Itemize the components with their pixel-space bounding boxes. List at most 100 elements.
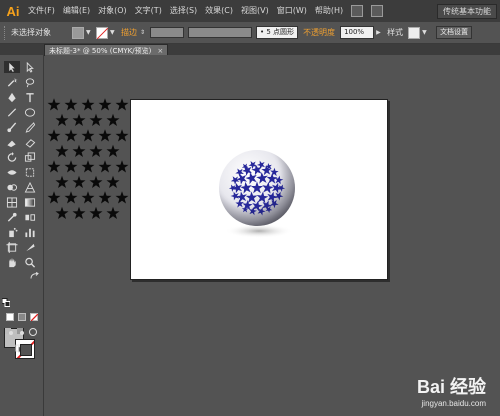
star-shape [106,206,120,219]
document-setup-button[interactable]: 文档设置 [436,26,473,39]
width-tool-icon[interactable] [4,166,20,178]
graphic-style-swatch[interactable] [408,26,421,39]
star-shape [115,160,129,173]
workspace-switcher[interactable]: 传统基本功能 [437,3,497,19]
ellipse-tool-icon[interactable] [22,106,38,118]
watermark-main: Bai 经验 [416,377,486,397]
tools-panel [0,55,44,416]
brush-definition[interactable]: • 5 点圆形 [256,26,299,39]
document-tab-bar: 未标题-3* @ 50% (CMYK/预览) × [0,44,500,56]
bridge-icon[interactable] [351,5,364,17]
chevron-down-icon[interactable]: ▼ [422,27,430,39]
star-shape [72,206,86,219]
menu-type[interactable]: 文字(T) [131,0,166,22]
star-shape [115,129,129,142]
selection-status: 未选择对象 [11,28,51,37]
menu-effect[interactable]: 效果(C) [201,0,237,22]
stroke-label[interactable]: 描边 [121,27,137,38]
symbol-sprayer-tool-icon[interactable] [4,226,20,238]
hand-tool-icon[interactable] [4,256,20,268]
chevron-down-icon[interactable]: ▼ [86,27,94,39]
menu-help[interactable]: 帮助(H) [311,0,347,22]
menu-window[interactable]: 窗口(W) [273,0,311,22]
stroke-weight-field[interactable] [150,27,184,38]
gradient-tool-icon[interactable] [22,196,38,208]
star-grid [47,98,129,219]
star-shape [98,160,112,173]
stroke-swatch[interactable] [96,26,108,39]
draw-behind-icon[interactable] [16,327,26,336]
eyedropper-tool-icon[interactable] [4,211,20,223]
document-tab-title: 未标题-3* @ 50% (CMYK/预览) [49,46,152,55]
blob-brush-tool-icon[interactable] [4,136,20,148]
paintbrush-tool-icon[interactable] [4,121,20,133]
color-mode-icon[interactable] [6,313,14,321]
zoom-tool-icon[interactable] [22,256,38,268]
swap-fill-stroke-icon[interactable] [30,271,40,280]
chevron-right-icon[interactable]: ▶ [376,27,384,39]
eraser-tool-icon[interactable] [22,136,38,148]
menu-edit[interactable]: 编辑(E) [59,0,94,22]
magic-wand-tool-icon[interactable] [4,76,20,88]
selection-tool-icon[interactable] [4,61,20,73]
arrange-documents-icon[interactable] [371,5,384,17]
star-shape [72,113,86,126]
pen-tool-icon[interactable] [4,91,20,103]
star-shape [106,113,120,126]
star-shape [89,175,103,188]
star-shape [98,191,112,204]
gradient-mode-icon[interactable] [18,313,26,321]
menu-select[interactable]: 选择(S) [166,0,201,22]
perspective-grid-tool-icon[interactable] [22,181,38,193]
star-shape [89,206,103,219]
star-shape [98,98,112,111]
sphere-shading [219,150,295,226]
star-shape [64,160,78,173]
free-transform-tool-icon[interactable] [22,166,38,178]
close-icon[interactable]: × [157,47,163,55]
star-shape [47,98,61,111]
star-pattern-object[interactable] [45,96,131,222]
lasso-tool-icon[interactable] [22,76,38,88]
opacity-label[interactable]: 不透明度 [303,27,335,38]
scale-tool-icon[interactable] [22,151,38,163]
star-sphere[interactable] [215,148,300,243]
blend-tool-icon[interactable] [22,211,38,223]
mesh-tool-icon[interactable] [4,196,20,208]
fill-swatch[interactable] [72,26,84,39]
pencil-tool-icon[interactable] [22,121,38,133]
type-tool-icon[interactable] [22,91,38,103]
column-graph-tool-icon[interactable] [22,226,38,238]
star-shape [81,129,95,142]
slice-tool-icon[interactable] [22,241,38,253]
baidu-watermark: Bai 经验 jingyan.baidu.com [417,373,486,408]
rotate-tool-icon[interactable] [4,151,20,163]
menu-file[interactable]: 文件(F) [24,0,59,22]
opacity-field[interactable]: 100% [340,26,375,39]
draw-inside-icon[interactable] [28,327,38,336]
direct-selection-tool-icon[interactable] [22,61,38,73]
draw-normal-icon[interactable] [4,327,14,336]
artboard-tool-icon[interactable] [4,241,20,253]
control-bar: 未选择对象 ▼ ▼ 描边 ⇕ • 5 点圆形 不透明度 100% ▶ 样式 ▼ … [0,22,500,44]
default-fill-stroke-icon[interactable] [2,297,10,307]
star-shape [47,160,61,173]
star-shape [89,144,103,157]
variable-width-profile[interactable] [188,27,252,38]
star-shape [81,98,95,111]
chevron-down-icon[interactable]: ▼ [110,27,118,39]
star-shape [81,160,95,173]
none-mode-icon[interactable] [30,313,38,321]
menu-view[interactable]: 视图(V) [237,0,273,22]
star-shape [55,113,69,126]
brush-dot-icon: • [260,28,265,36]
line-segment-tool-icon[interactable] [4,106,20,118]
sphere-shadow [225,224,293,238]
watermark-sub: jingyan.baidu.com [421,399,486,408]
menu-object[interactable]: 对象(O) [94,0,131,22]
grip-icon [4,25,8,40]
style-label: 样式 [387,28,404,37]
app-logo: Ai [6,3,20,19]
stepper-icon[interactable]: ⇕ [140,27,148,39]
shape-builder-tool-icon[interactable] [4,181,20,193]
